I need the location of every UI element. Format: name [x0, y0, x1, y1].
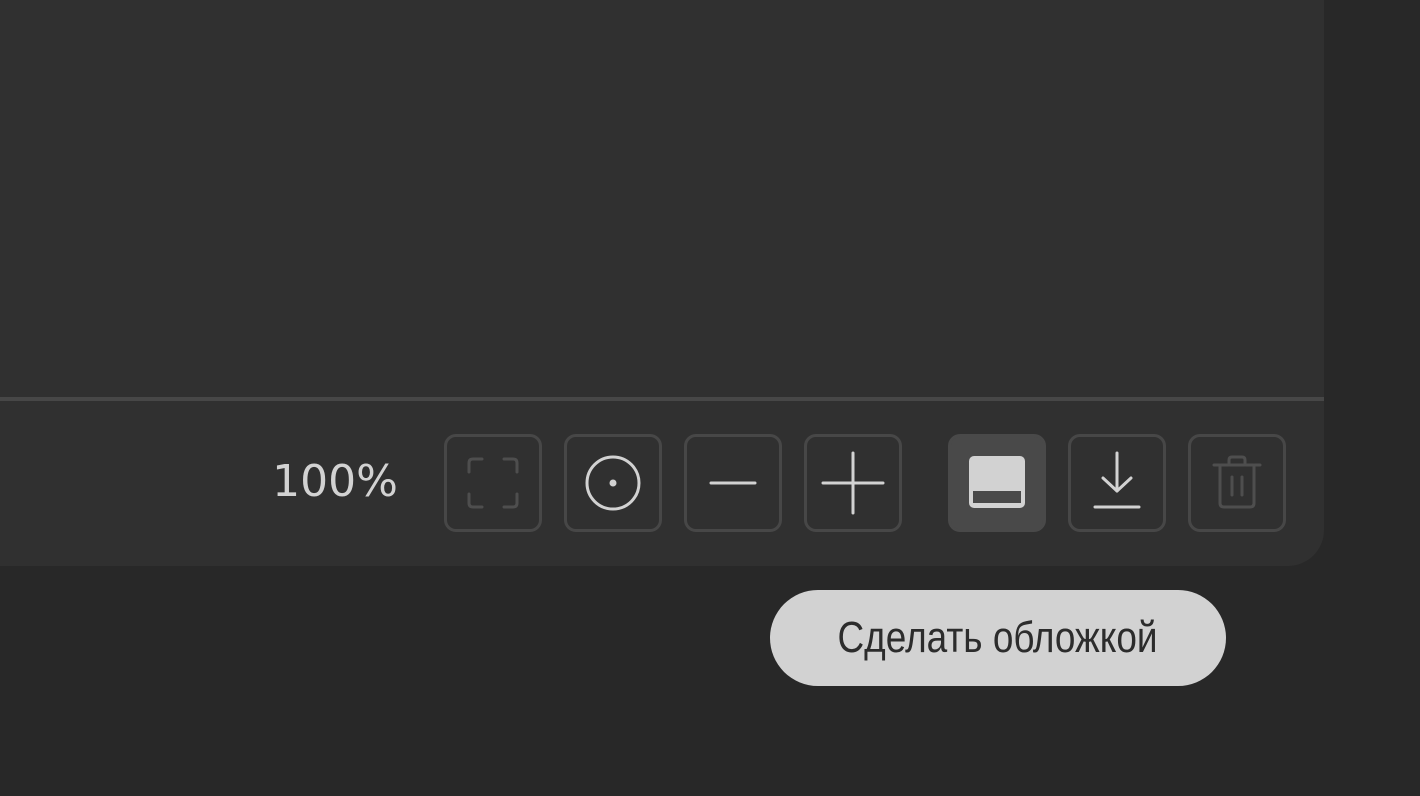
- tooltip-text: Сделать обложкой: [837, 613, 1159, 662]
- set-cover-tooltip: Сделать обложкой: [770, 590, 1226, 686]
- viewer-panel: 100%: [0, 0, 1324, 566]
- cover-icon: [969, 456, 1025, 508]
- zoom-out-button[interactable]: [684, 434, 782, 532]
- set-cover-button[interactable]: [948, 434, 1046, 532]
- plus-icon: [821, 451, 885, 515]
- center-target-icon: [585, 455, 641, 511]
- toolbar-divider: [0, 397, 1324, 401]
- center-button[interactable]: [564, 434, 662, 532]
- fullscreen-button[interactable]: [444, 434, 542, 532]
- trash-icon: [1212, 455, 1262, 509]
- download-icon: [1093, 451, 1141, 509]
- fullscreen-icon: [467, 457, 519, 509]
- delete-button[interactable]: [1188, 434, 1286, 532]
- viewer-page: 100% Сделать обложкой: [0, 0, 1420, 796]
- download-button[interactable]: [1068, 434, 1166, 532]
- image-canvas[interactable]: [0, 0, 1324, 398]
- zoom-level-label: 100%: [272, 456, 398, 507]
- zoom-in-button[interactable]: [804, 434, 902, 532]
- minus-icon: [709, 481, 757, 485]
